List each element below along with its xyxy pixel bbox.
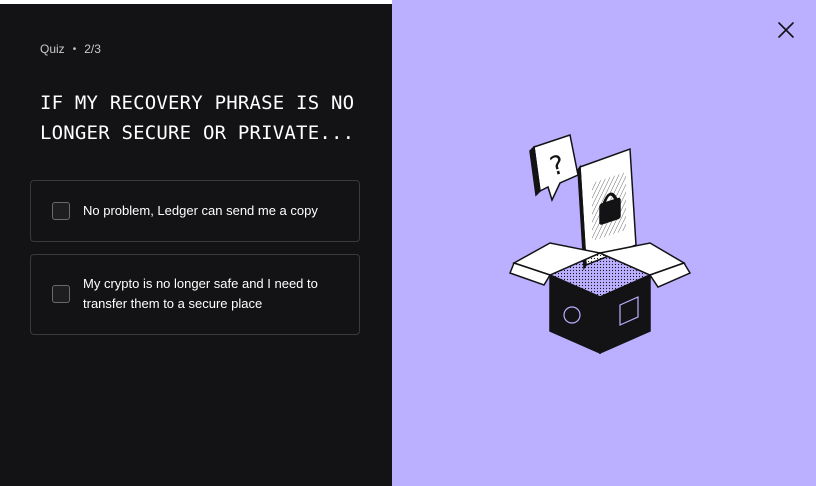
answer-label: My crypto is no longer safe and I need t… bbox=[83, 276, 318, 311]
close-icon[interactable] bbox=[776, 20, 796, 40]
answer-checkbox[interactable] bbox=[52, 285, 70, 303]
breadcrumb: Quiz • 2/3 bbox=[40, 42, 101, 56]
answer-checkbox[interactable] bbox=[52, 202, 70, 220]
quiz-section-label: Quiz bbox=[40, 42, 65, 56]
answer-option-2[interactable]: My crypto is no longer safe and I need t… bbox=[30, 254, 360, 335]
question-title: IF MY RECOVERY PHRASE IS NO LONGER SECUR… bbox=[40, 92, 355, 144]
quiz-panel bbox=[0, 4, 392, 486]
answer-label: No problem, Ledger can send me a copy bbox=[83, 203, 318, 218]
quiz-step-counter: 2/3 bbox=[84, 42, 101, 56]
lock-box-icon: ? bbox=[509, 134, 692, 355]
breadcrumb-separator: • bbox=[72, 43, 77, 55]
answer-option-1[interactable]: No problem, Ledger can send me a copy bbox=[30, 180, 360, 242]
